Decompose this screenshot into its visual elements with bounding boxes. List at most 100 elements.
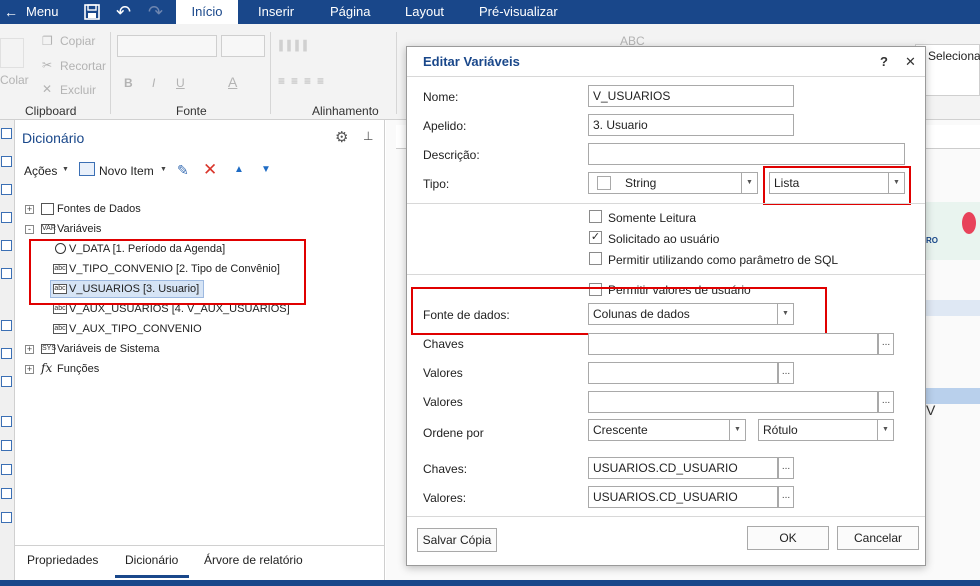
close-icon[interactable]: ✕ xyxy=(905,54,916,70)
undo-icon[interactable]: ↶ xyxy=(116,0,131,24)
values-column-field[interactable]: USUARIOS.CD_USUARIO xyxy=(588,486,778,508)
tool-icon[interactable] xyxy=(1,128,12,139)
save-icon[interactable] xyxy=(84,0,100,24)
tree-variables[interactable]: Variáveis xyxy=(57,223,101,235)
keys-column-field[interactable]: USUARIOS.CD_USUARIO xyxy=(588,457,778,479)
actions-menu[interactable]: Ações xyxy=(24,164,57,178)
expand-toggle[interactable]: + xyxy=(25,205,34,214)
move-up-icon[interactable]: ▲ xyxy=(234,164,244,175)
ok-button[interactable]: OK xyxy=(747,526,829,550)
tab-report-tree[interactable]: Árvore de relatório xyxy=(204,553,303,567)
copy-icon[interactable]: ❐ xyxy=(42,34,53,48)
delete-icon[interactable]: ✕ xyxy=(203,160,217,180)
active-tab-indicator xyxy=(115,575,189,578)
values-column-browse-button[interactable]: ... xyxy=(778,486,794,508)
tree-functions[interactable]: Funções xyxy=(57,363,99,375)
sort-order-value: Crescente xyxy=(593,423,648,437)
tab-layout[interactable]: Layout xyxy=(405,0,444,24)
back-arrow-icon[interactable]: ← xyxy=(4,0,18,24)
cut-button[interactable]: Recortar xyxy=(60,59,106,73)
red-highlight-box xyxy=(29,239,306,305)
tool-icon[interactable] xyxy=(1,184,12,195)
tool-icon[interactable] xyxy=(1,320,12,331)
underline-button[interactable]: U xyxy=(176,76,185,90)
font-family-select[interactable] xyxy=(117,35,217,57)
tool-icon[interactable] xyxy=(1,488,12,499)
system-variables-icon: SYS xyxy=(41,344,57,354)
menu-button[interactable]: Menu xyxy=(26,0,59,24)
tool-icon[interactable] xyxy=(1,464,12,475)
collapse-toggle[interactable]: - xyxy=(25,225,34,234)
expand-toggle[interactable]: + xyxy=(25,345,34,354)
help-icon[interactable]: ? xyxy=(880,54,888,69)
font-color-button[interactable]: A xyxy=(228,74,237,90)
type-color-swatch xyxy=(597,176,611,190)
tree-system-variables[interactable]: Variáveis de Sistema xyxy=(57,343,160,355)
name-field[interactable]: V_USUARIOS xyxy=(588,85,794,107)
tool-icon[interactable] xyxy=(1,240,12,251)
font-size-select[interactable] xyxy=(221,35,265,57)
tab-pagina[interactable]: Página xyxy=(330,0,370,24)
sql-param-checkbox[interactable] xyxy=(589,252,602,265)
align-icons-bottom[interactable]: ≡≡≡≡ xyxy=(278,74,330,88)
tool-icon[interactable] xyxy=(1,268,12,279)
alias-field[interactable]: 3. Usuario xyxy=(588,114,794,136)
move-down-icon[interactable]: ▼ xyxy=(261,164,271,175)
edit-icon[interactable]: ✎ xyxy=(177,162,189,179)
values-browse-button-2[interactable]: ... xyxy=(878,391,894,413)
new-item-menu[interactable]: Novo Item xyxy=(99,164,154,178)
values-label: Valores xyxy=(423,366,463,380)
readonly-checkbox[interactable] xyxy=(589,210,602,223)
align-icons-top[interactable]: ∥∥∥∥ xyxy=(278,38,310,52)
top-menu-bar: ← Menu ↶ ↷ Início Inserir Página Layout … xyxy=(0,0,980,24)
tool-icon[interactable] xyxy=(1,348,12,359)
edit-variables-dialog: Editar Variáveis ? ✕ Nome: V_USUARIOS Ap… xyxy=(406,46,926,566)
tree-variable-item[interactable]: V_AUX_TIPO_CONVENIO xyxy=(69,323,202,335)
name-label: Nome: xyxy=(423,90,459,104)
bold-button[interactable]: B xyxy=(124,76,133,90)
expand-toggle[interactable]: + xyxy=(25,365,34,374)
tool-icon[interactable] xyxy=(1,512,12,523)
sort-by-select[interactable]: Rótulo ▼ xyxy=(758,419,894,441)
values-label-2: Valores xyxy=(423,395,463,409)
cut-icon[interactable]: ✂ xyxy=(42,58,52,72)
tab-inserir[interactable]: Inserir xyxy=(258,0,294,24)
keys-field[interactable] xyxy=(588,333,878,355)
gear-icon[interactable]: ⚙ xyxy=(335,128,348,146)
tab-properties[interactable]: Propriedades xyxy=(27,553,98,567)
tree-data-sources[interactable]: Fontes de Dados xyxy=(57,203,141,215)
section-divider xyxy=(407,274,925,275)
paste-icon[interactable] xyxy=(0,38,24,68)
copy-button[interactable]: Copiar xyxy=(60,34,95,48)
pin-icon[interactable]: ⊥ xyxy=(363,129,373,143)
tool-icon[interactable] xyxy=(1,156,12,167)
alias-label: Apelido: xyxy=(423,119,467,133)
tool-icon[interactable] xyxy=(1,416,12,427)
sort-order-select[interactable]: Crescente ▼ xyxy=(588,419,746,441)
values-field-2[interactable] xyxy=(588,391,878,413)
keys-column-browse-button[interactable]: ... xyxy=(778,457,794,479)
sql-param-label: Permitir utilizando como parâmetro de SQ… xyxy=(608,253,839,267)
requested-checkbox[interactable]: ✓ xyxy=(589,231,602,244)
tool-icon[interactable] xyxy=(1,212,12,223)
cancel-button[interactable]: Cancelar xyxy=(837,526,919,550)
description-field[interactable] xyxy=(588,143,905,165)
keys-browse-button[interactable]: ... xyxy=(878,333,894,355)
values-browse-button[interactable]: ... xyxy=(778,362,794,384)
redo-icon[interactable]: ↷ xyxy=(148,0,163,24)
tab-pre-visualizar[interactable]: Pré-visualizar xyxy=(479,0,558,24)
tab-inicio[interactable]: Início xyxy=(176,0,238,24)
tab-dictionary[interactable]: Dicionário xyxy=(125,553,178,567)
type-select[interactable]: String ▼ xyxy=(588,172,758,194)
tool-icon[interactable] xyxy=(1,440,12,451)
tool-icon[interactable] xyxy=(1,376,12,387)
dictionary-panel: Dicionário ⚙ ⊥ Ações ▼ Novo Item ▼ ✎ ✕ ▲… xyxy=(15,120,385,580)
clipboard-group-label: Clipboard xyxy=(25,104,77,118)
delete-icon[interactable]: ✕ xyxy=(42,82,52,96)
save-copy-button[interactable]: Salvar Cópia xyxy=(417,528,497,552)
values-column-label: Valores: xyxy=(423,491,467,505)
new-item-icon[interactable] xyxy=(79,162,95,176)
italic-button[interactable]: I xyxy=(152,76,155,90)
delete-button[interactable]: Excluir xyxy=(60,83,96,97)
values-field[interactable] xyxy=(588,362,778,384)
